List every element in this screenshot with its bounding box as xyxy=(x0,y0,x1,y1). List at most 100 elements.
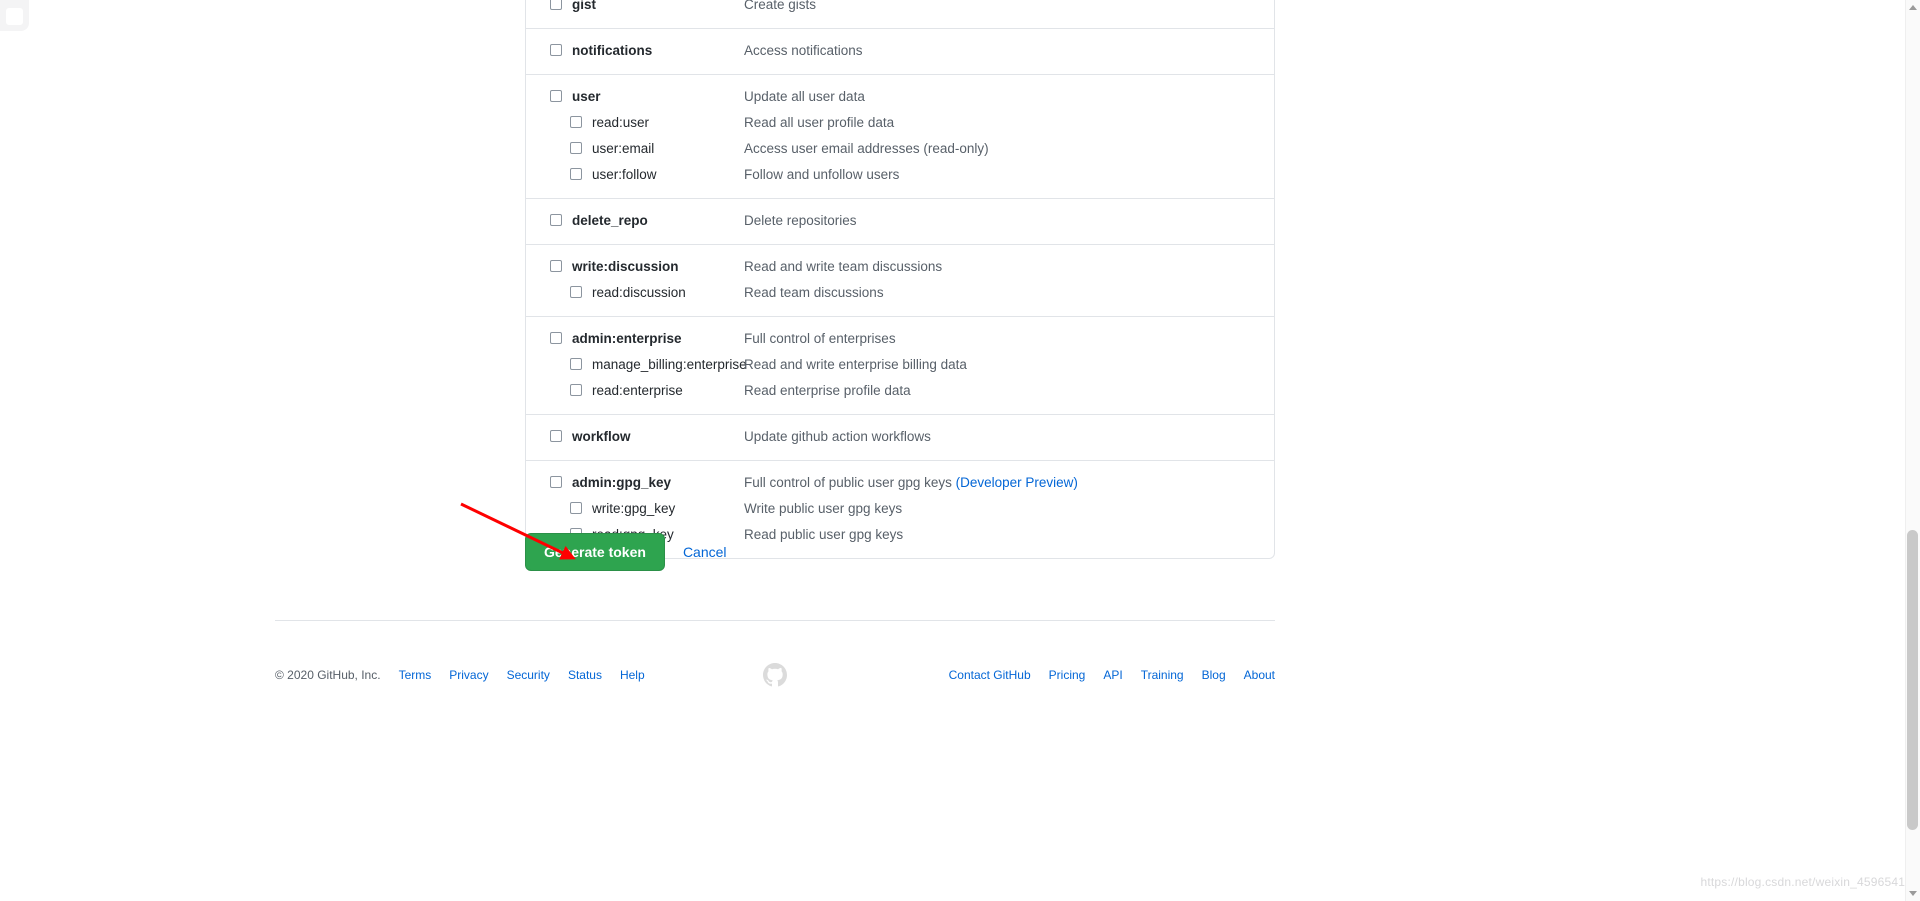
scope-row[interactable]: user Update all user data xyxy=(526,84,1274,110)
scope-checkbox-user:follow[interactable] xyxy=(570,168,582,180)
scope-checkbox-write:discussion[interactable] xyxy=(550,260,562,272)
scope-name: read:discussion xyxy=(592,285,686,300)
scope-description-text: Follow and unfollow users xyxy=(744,167,900,182)
scope-checkbox-wrap xyxy=(526,355,582,370)
scope-description-text: Read public user gpg keys xyxy=(744,527,904,542)
scope-group: write:discussion Read and write team disc… xyxy=(526,245,1274,317)
scope-group: workflow Update github action workflows xyxy=(526,415,1274,461)
scrollbar-thumb[interactable] xyxy=(1907,530,1918,830)
scroll-up-arrow-icon[interactable] xyxy=(1909,5,1917,10)
scope-description: Update github action workflows xyxy=(744,427,931,447)
scope-row[interactable]: workflow Update github action workflows xyxy=(526,424,1274,450)
generate-token-button[interactable]: Generate token xyxy=(525,533,665,571)
scope-row[interactable]: write:discussion Read and write team disc… xyxy=(526,254,1274,280)
scope-row[interactable]: read:user Read all user profile data xyxy=(526,110,1274,136)
footer-link-status[interactable]: Status xyxy=(568,668,602,682)
scope-name: notifications xyxy=(572,43,653,58)
scope-description: Follow and unfollow users xyxy=(744,165,899,185)
footer-right-links: Contact GitHub Pricing API Training Blog… xyxy=(787,668,1275,682)
watermark-text: https://blog.csdn.net/weixin_45965413 xyxy=(1700,875,1912,889)
footer-link-help[interactable]: Help xyxy=(620,668,645,682)
scope-checkbox-workflow[interactable] xyxy=(550,430,562,442)
scope-name: write:gpg_key xyxy=(592,501,676,516)
scope-checkbox-wrap xyxy=(526,257,562,272)
footer-link-terms[interactable]: Terms xyxy=(399,668,432,682)
scope-description-text: Full control of public user gpg keys xyxy=(744,475,952,490)
scope-row[interactable]: write:gpg_key Write public user gpg keys xyxy=(526,496,1274,522)
corner-artifact xyxy=(0,0,29,31)
copyright-text: © 2020 GitHub, Inc. xyxy=(275,668,381,682)
scope-group: admin:enterprise Full control of enterpri… xyxy=(526,317,1274,415)
scope-description-text: Create gists xyxy=(744,0,817,12)
scope-checkbox-read:enterprise[interactable] xyxy=(570,384,582,396)
scope-description: Access user email addresses (read-only) xyxy=(744,139,989,159)
footer-link-about[interactable]: About xyxy=(1244,668,1275,682)
scope-row[interactable]: manage_billing:enterprise Read and write … xyxy=(526,352,1274,378)
scope-description-text: Write public user gpg keys xyxy=(744,501,903,516)
scope-checkbox-wrap xyxy=(526,283,582,298)
scope-row[interactable]: admin:gpg_key Full control of public user… xyxy=(526,470,1274,496)
scope-checkbox-gist[interactable] xyxy=(550,0,562,10)
scope-checkbox-wrap xyxy=(526,211,562,226)
scope-group: delete_repo Delete repositories xyxy=(526,199,1274,245)
scope-row[interactable]: notifications Access notifications xyxy=(526,38,1274,64)
scope-name: gist xyxy=(572,0,597,12)
scope-row[interactable]: user:follow Follow and unfollow users xyxy=(526,162,1274,188)
page-footer: © 2020 GitHub, Inc. Terms Privacy Securi… xyxy=(275,655,1275,695)
scope-name: user:follow xyxy=(592,167,657,182)
scope-checkbox-read:discussion[interactable] xyxy=(570,286,582,298)
form-actions: Generate token Cancel xyxy=(525,533,727,571)
scope-row[interactable]: read:discussion Read team discussions xyxy=(526,280,1274,306)
scope-description-text: Update all user data xyxy=(744,89,865,104)
scope-name: write:discussion xyxy=(572,259,679,274)
scope-checkbox-user[interactable] xyxy=(550,90,562,102)
scope-description: Full control of enterprises xyxy=(744,329,896,349)
scroll-down-arrow-icon[interactable] xyxy=(1909,891,1917,896)
scope-description: Read all user profile data xyxy=(744,113,894,133)
scope-name: workflow xyxy=(572,429,631,444)
scope-group: user Update all user data read:user Read al… xyxy=(526,75,1274,199)
scope-checkbox-wrap xyxy=(526,0,562,10)
scope-checkbox-user:email[interactable] xyxy=(570,142,582,154)
scope-checkbox-wrap xyxy=(526,427,562,442)
scope-checkbox-admin:gpg_key[interactable] xyxy=(550,476,562,488)
scope-row[interactable]: delete_repo Delete repositories xyxy=(526,208,1274,234)
scope-checkbox-admin:enterprise[interactable] xyxy=(550,332,562,344)
footer-link-pricing[interactable]: Pricing xyxy=(1049,668,1086,682)
scope-checkbox-read:user[interactable] xyxy=(570,116,582,128)
scope-checkbox-wrap xyxy=(526,41,562,56)
scope-checkbox-wrap xyxy=(526,473,562,488)
page-scrollbar[interactable] xyxy=(1905,0,1920,901)
scope-row[interactable]: gist Create gists xyxy=(526,0,1274,18)
footer-link-privacy[interactable]: Privacy xyxy=(449,668,488,682)
scope-description: Delete repositories xyxy=(744,211,857,231)
footer-link-training[interactable]: Training xyxy=(1141,668,1184,682)
scope-checkbox-delete_repo[interactable] xyxy=(550,214,562,226)
developer-preview-link[interactable]: (Developer Preview) xyxy=(956,475,1078,490)
scope-row[interactable]: read:enterprise Read enterprise profile d… xyxy=(526,378,1274,404)
footer-link-security[interactable]: Security xyxy=(507,668,550,682)
scope-checkbox-manage_billing:enterprise[interactable] xyxy=(570,358,582,370)
footer-link-blog[interactable]: Blog xyxy=(1202,668,1226,682)
footer-link-contact-github[interactable]: Contact GitHub xyxy=(949,668,1031,682)
scope-description-text: Read all user profile data xyxy=(744,115,895,130)
scope-checkbox-write:gpg_key[interactable] xyxy=(570,502,582,514)
scope-row[interactable]: admin:enterprise Full control of enterpri… xyxy=(526,326,1274,352)
scope-description-text: Read team discussions xyxy=(744,285,884,300)
scope-description: Read enterprise profile data xyxy=(744,381,911,401)
corner-artifact-inner xyxy=(6,8,23,25)
scope-row[interactable]: user:email Access user email addresses (r… xyxy=(526,136,1274,162)
footer-divider xyxy=(275,620,1275,621)
scope-group: gist Create gists xyxy=(526,0,1274,29)
scope-description: Access notifications xyxy=(744,41,863,61)
footer-link-api[interactable]: API xyxy=(1103,668,1122,682)
scope-checkbox-notifications[interactable] xyxy=(550,44,562,56)
scope-name: manage_billing:enterprise xyxy=(592,357,747,372)
cancel-link[interactable]: Cancel xyxy=(683,544,727,560)
scope-description: Read and write team discussions xyxy=(744,257,942,277)
scope-name: user xyxy=(572,89,601,104)
scope-description-text: Delete repositories xyxy=(744,213,857,228)
github-logo-icon xyxy=(763,663,787,687)
scope-checkbox-wrap xyxy=(526,113,582,128)
scope-description: Read and write enterprise billing data xyxy=(744,355,967,375)
